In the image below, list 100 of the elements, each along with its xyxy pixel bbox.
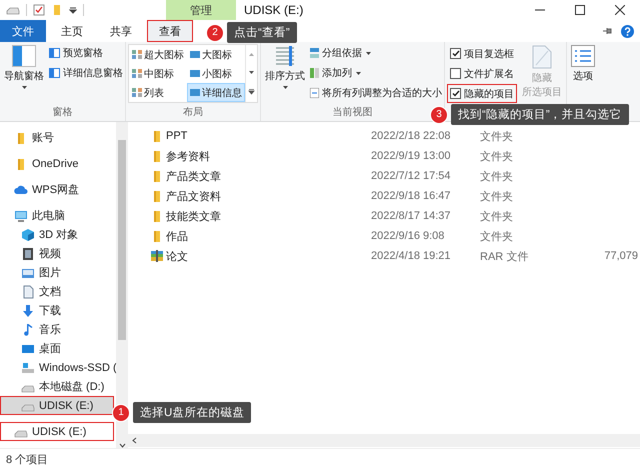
archive-icon — [150, 249, 164, 263]
options-icon — [571, 45, 595, 67]
nav-item[interactable]: UDISK (E:) — [0, 396, 114, 415]
file-name[interactable]: 产品文资料 — [166, 188, 371, 204]
file-date: 2022/8/17 14:37 — [371, 210, 452, 222]
file-name[interactable]: 论文 — [166, 248, 371, 264]
dropdown-icon — [69, 6, 77, 14]
nav-item[interactable]: 账号 — [0, 128, 114, 147]
scroll-down-icon — [248, 70, 255, 76]
checkbox[interactable] — [450, 68, 461, 79]
maximize-icon — [575, 5, 585, 15]
view-option[interactable]: 大图标 — [187, 45, 245, 64]
file-menu-tab[interactable]: 文件 — [0, 20, 46, 42]
checkbox[interactable] — [450, 88, 461, 99]
file-date: 2022/9/19 13:00 — [371, 150, 452, 162]
file-type: 文件夹 — [480, 170, 514, 184]
ribbon-tab[interactable]: 主页 — [49, 20, 95, 42]
more-icon — [248, 89, 255, 96]
caret-icon — [355, 70, 362, 76]
horizontal-scrollbar[interactable] — [128, 434, 640, 447]
caret-icon — [20, 85, 28, 90]
navigation-pane-button[interactable]: 导航窗格 — [2, 44, 46, 91]
view-option[interactable]: 详细信息 — [187, 83, 245, 102]
group-label: 当前视图 — [332, 106, 372, 120]
nav-item[interactable]: 图片 — [0, 263, 114, 282]
drive-icon — [6, 5, 20, 15]
file-date: 2022/4/18 19:21 — [371, 250, 452, 262]
pane-icon — [49, 48, 60, 58]
nav-item[interactable]: 下载 — [0, 301, 114, 320]
view-option[interactable]: 列表 — [129, 83, 187, 102]
check-icon — [452, 90, 460, 97]
details-pane-button[interactable]: 详细信息窗格 — [49, 64, 123, 82]
nav-item[interactable]: WPS网盘 — [0, 180, 114, 199]
caret-icon — [365, 50, 372, 56]
ribbon-tab[interactable]: 查看 — [147, 20, 193, 42]
group-icon — [310, 48, 319, 58]
callout-text: 点击“查看” — [227, 22, 297, 43]
context-tab[interactable]: 管理 — [166, 0, 236, 20]
file-date: 2022/7/12 17:54 — [371, 170, 452, 182]
file-date: 2022/2/18 22:08 — [371, 130, 452, 142]
close-icon — [615, 5, 625, 15]
file-type: 文件夹 — [480, 210, 514, 224]
file-name[interactable]: PPT — [166, 130, 371, 142]
columns-icon — [274, 45, 296, 67]
checkbox[interactable] — [450, 48, 461, 59]
group-label: 布局 — [183, 106, 203, 120]
checkbox-label[interactable]: 项目复选框 — [464, 46, 514, 60]
options-button[interactable]: 选项 — [569, 44, 597, 84]
pane-icon — [49, 68, 60, 78]
nav-item[interactable]: 音乐 — [0, 320, 114, 339]
view-icon — [132, 69, 142, 78]
group-label: 窗格 — [52, 106, 72, 120]
help-icon — [621, 24, 634, 38]
music-note-icon — [21, 322, 35, 336]
nav-item[interactable]: 桌面 — [0, 339, 114, 358]
nav-item[interactable]: 此电脑 — [0, 206, 114, 225]
scroll-down-icon — [118, 443, 126, 448]
file-date: 2022/9/16 9:08 — [371, 230, 446, 242]
file-name[interactable]: 参考资料 — [166, 148, 371, 164]
group-by-button[interactable]: 分组依据 — [310, 44, 442, 62]
column-width-icon — [310, 88, 319, 98]
nav-item[interactable]: UDISK (E:) — [0, 422, 114, 441]
file-type: 文件夹 — [480, 150, 514, 164]
file-type: 文件夹 — [480, 230, 514, 244]
file-name[interactable]: 作品 — [166, 228, 371, 244]
preview-pane-button[interactable]: 预览窗格 — [49, 44, 123, 62]
file-name[interactable]: 产品类文章 — [166, 168, 371, 184]
view-icon — [132, 88, 142, 97]
sort-by-button[interactable]: 排序方式 — [263, 44, 307, 91]
window-title: UDISK (E:) — [243, 3, 304, 17]
cube-icon — [21, 228, 35, 242]
scrollbar[interactable] — [116, 122, 128, 448]
caret-icon — [282, 85, 288, 90]
step-badge: 1 — [112, 404, 130, 422]
nav-item[interactable]: 视频 — [0, 244, 114, 263]
nav-item[interactable]: 本地磁盘 (D:) — [0, 377, 114, 396]
computer-icon — [14, 208, 28, 222]
file-name[interactable]: 技能类文章 — [166, 208, 371, 224]
nav-item[interactable]: 文档 — [0, 282, 114, 301]
view-option[interactable]: 中图标 — [129, 64, 187, 83]
drive-icon — [21, 360, 35, 374]
nav-item[interactable]: OneDrive — [0, 154, 114, 173]
folder-icon — [51, 4, 63, 16]
pin-icon — [603, 27, 613, 35]
add-column-icon — [310, 68, 319, 78]
file-size: 77,079 — [603, 250, 639, 262]
checkbox-label[interactable]: 隐藏的项目 — [464, 86, 514, 100]
callout-text: 找到“隐藏的项目”，并且勾选它 — [451, 104, 629, 125]
view-option[interactable]: 小图标 — [187, 64, 245, 83]
file-type: 文件夹 — [480, 130, 514, 144]
ribbon-tab[interactable]: 共享 — [98, 20, 144, 42]
nav-item[interactable]: 3D 对象 — [0, 225, 114, 244]
add-columns-button[interactable]: 添加列 — [310, 64, 442, 82]
file-type: RAR 文件 — [480, 250, 530, 264]
size-columns-button[interactable]: 将所有列调整为合适的大小 — [310, 84, 442, 102]
scroll-left-icon — [132, 437, 137, 444]
status-text: 8 个项目 — [6, 452, 48, 466]
file-type: 文件夹 — [480, 190, 514, 204]
view-option[interactable]: 超大图标 — [129, 45, 187, 64]
checkbox-label[interactable]: 文件扩展名 — [464, 66, 514, 80]
